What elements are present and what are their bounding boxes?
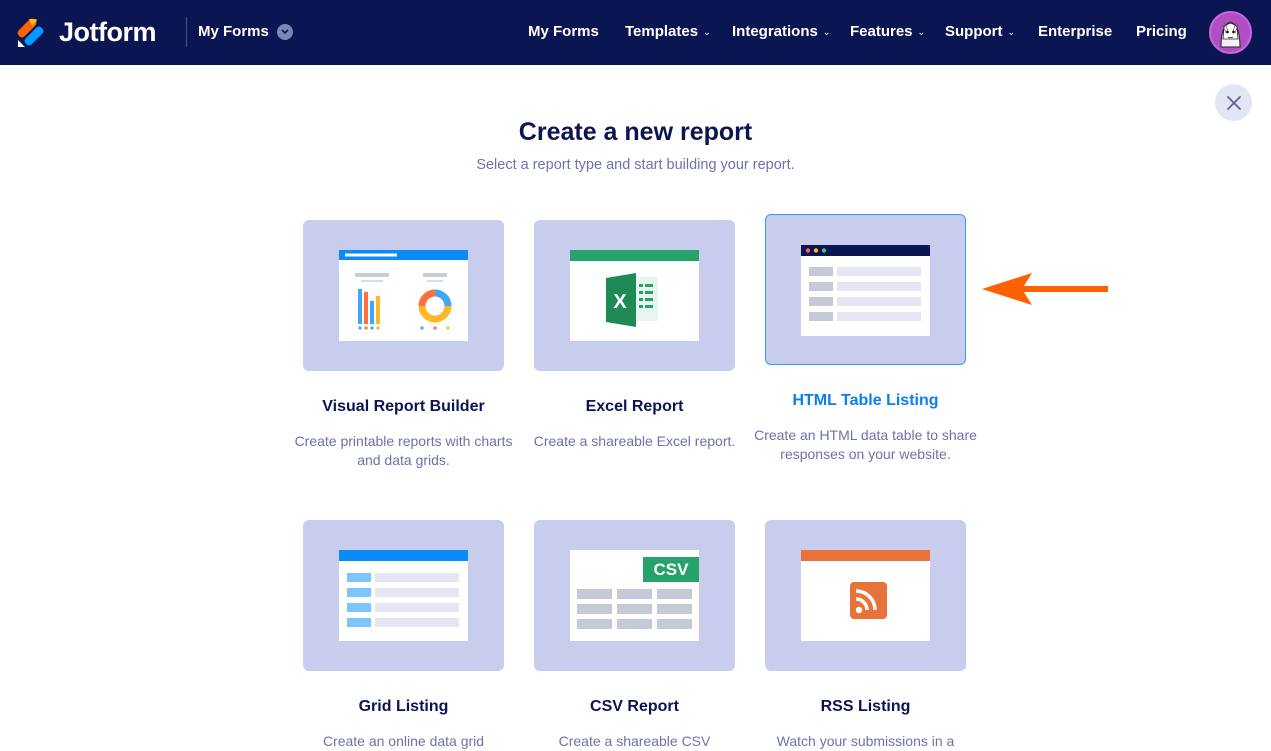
nav-features-label: Features	[850, 23, 913, 40]
my-forms-switcher-label: My Forms	[198, 23, 269, 40]
report-card-visual-report-builder[interactable]: Visual Report Builder Create printable r…	[295, 220, 512, 469]
user-avatar[interactable]	[1209, 11, 1252, 54]
caret-down-icon: ⌄	[822, 27, 831, 37]
card-description: Create an online data grid	[322, 733, 485, 749]
report-card-csv-report[interactable]: CSV CSV Report Create a shareable CSV	[534, 520, 735, 751]
orange-arrow-icon	[982, 273, 1108, 305]
nav-pricing[interactable]: Pricing	[1136, 22, 1187, 42]
rss-illustration	[765, 520, 966, 671]
nav-support[interactable]: Support ⌄	[945, 22, 1015, 42]
top-navigation-bar: Jotform My Forms My Forms Templates ⌄ Int…	[0, 0, 1271, 65]
caret-down-icon: ⌄	[703, 27, 711, 37]
csv-illustration: CSV	[534, 520, 735, 671]
report-card-excel-report[interactable]: X Excel Report Create a shareable Excel …	[534, 220, 735, 451]
report-card-html-table-listing[interactable]: HTML Table Listing Create an HTML data t…	[754, 214, 977, 463]
page-title: Create a new report	[518, 118, 753, 146]
visual-report-illustration	[303, 220, 504, 371]
nav-enterprise[interactable]: Enterprise	[1038, 22, 1112, 42]
nav-enterprise-label: Enterprise	[1038, 23, 1113, 40]
nav-my-forms-label: My Forms	[528, 23, 599, 40]
card-title: HTML Table Listing	[792, 392, 939, 409]
nav-templates[interactable]: Templates ⌄	[625, 22, 711, 42]
card-title: CSV Report	[590, 698, 679, 715]
page-subtitle: Select a report type and start building …	[476, 157, 795, 173]
grid-listing-illustration	[303, 520, 504, 671]
card-description: Create printable reports with charts and…	[294, 433, 513, 468]
nav-integrations[interactable]: Integrations ⌄	[732, 22, 830, 42]
card-description: Watch your submissions in a	[776, 733, 955, 749]
card-description: Create an HTML data table to share respo…	[754, 427, 977, 462]
card-description: Create a shareable Excel report.	[533, 433, 736, 449]
my-forms-switcher[interactable]: My Forms	[198, 22, 293, 42]
chevron-down-icon	[276, 24, 293, 40]
nav-integrations-label: Integrations	[732, 23, 818, 40]
nav-templates-label: Templates	[625, 23, 699, 40]
report-card-rss-listing[interactable]: RSS Listing Watch your submissions in a	[765, 520, 966, 751]
card-title: Visual Report Builder	[322, 398, 485, 415]
svg-text:X: X	[613, 291, 627, 313]
card-title: RSS Listing	[820, 698, 911, 715]
header-divider	[186, 17, 187, 47]
jotform-logo-icon[interactable]	[16, 16, 46, 48]
card-description: Create a shareable CSV	[558, 733, 711, 749]
card-title: Excel Report	[585, 398, 684, 415]
excel-illustration: X	[534, 220, 735, 371]
close-icon	[1226, 95, 1241, 110]
nav-pricing-label: Pricing	[1136, 23, 1187, 40]
brand-name[interactable]: Jotform	[59, 16, 157, 48]
caret-down-icon: ⌄	[917, 27, 926, 37]
csv-badge: CSV	[653, 560, 689, 579]
caret-down-icon: ⌄	[1007, 27, 1016, 37]
nav-my-forms[interactable]: My Forms	[528, 22, 599, 42]
nav-features[interactable]: Features ⌄	[850, 22, 925, 42]
report-card-grid-listing[interactable]: Grid Listing Create an online data grid	[303, 520, 504, 751]
nav-support-label: Support	[945, 23, 1003, 40]
card-title: Grid Listing	[358, 698, 449, 715]
html-table-illustration	[765, 214, 966, 365]
